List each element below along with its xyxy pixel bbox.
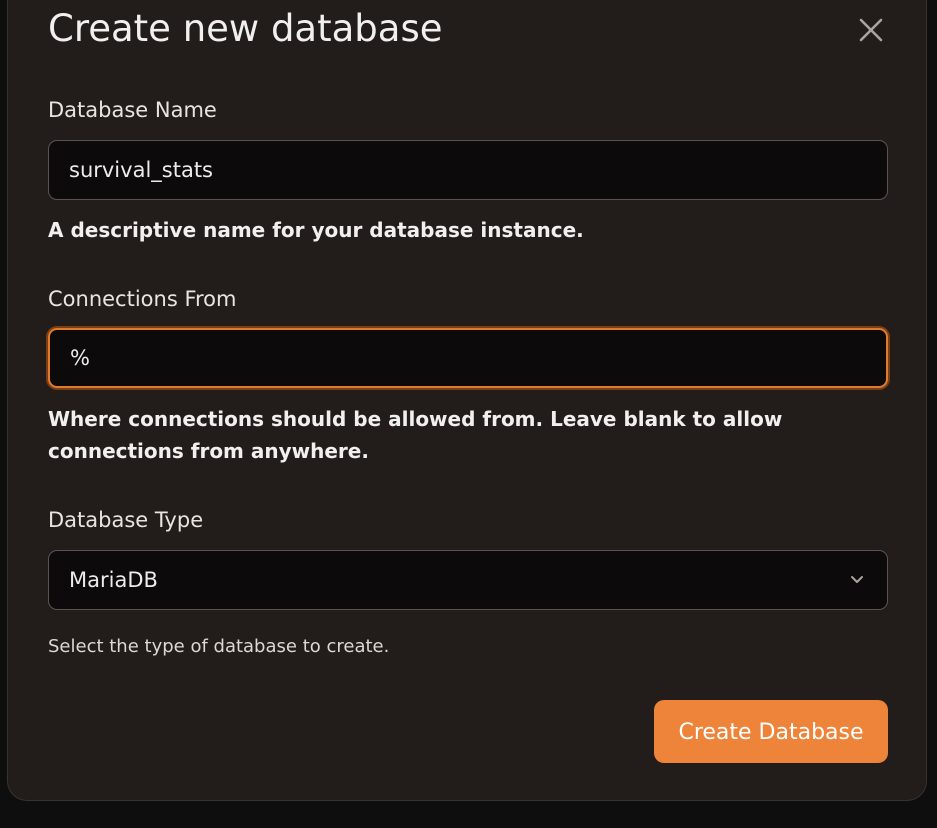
database-type-help: Select the type of database to create. (48, 636, 390, 657)
database-type-select[interactable]: MariaDB (48, 550, 888, 610)
database-name-input[interactable]: survival_stats (48, 140, 888, 200)
database-name-help: A descriptive name for your database ins… (48, 218, 584, 242)
chevron-down-icon (851, 576, 863, 583)
connections-from-help: Where connections should be allowed from… (48, 407, 783, 463)
database-type-label: Database Type (48, 508, 204, 532)
database-name-label: Database Name (48, 98, 217, 122)
close-icon (859, 18, 883, 42)
connections-from-input[interactable]: % (48, 328, 888, 388)
close-button[interactable] (856, 15, 886, 45)
create-database-dialog: Create new database Database Name surviv… (7, 0, 927, 801)
create-database-button[interactable]: Create Database (654, 700, 888, 763)
dialog-title: Create new database (48, 7, 443, 50)
database-type-value: MariaDB (69, 568, 158, 592)
connections-from-label: Connections From (48, 287, 237, 311)
